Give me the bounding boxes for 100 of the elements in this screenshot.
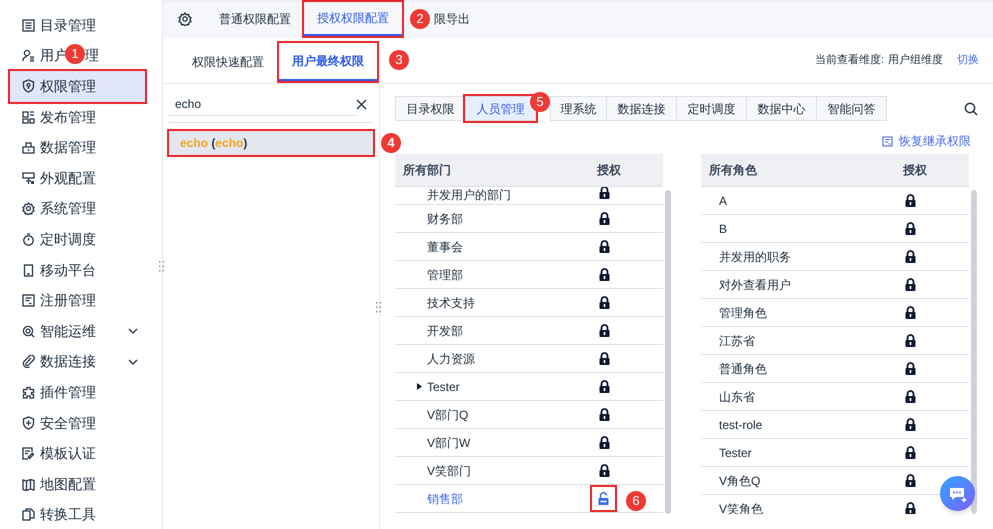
sub-tab[interactable]: 用户最终权限 (279, 43, 377, 81)
name-cell[interactable]: 财务部 (427, 210, 463, 228)
layout-icon (22, 110, 35, 124)
sub-tab[interactable]: 权限快速配置 (179, 43, 277, 81)
phone-icon (22, 264, 35, 277)
name-cell[interactable]: 开发部 (427, 322, 463, 340)
resource-tab[interactable]: 数据中心 (746, 96, 817, 121)
search-icon (964, 102, 978, 116)
lock-icon[interactable] (598, 187, 611, 199)
sidebar-item[interactable]: 地图配置 (10, 468, 145, 500)
lock-icon[interactable] (904, 278, 917, 291)
lock-icon[interactable] (598, 352, 611, 365)
name-cell[interactable]: 销售部 (427, 490, 463, 508)
lock-icon[interactable] (904, 250, 917, 263)
lock-icon[interactable] (598, 240, 611, 253)
lock-icon[interactable] (904, 474, 917, 487)
timer-icon (22, 232, 35, 246)
name-cell[interactable]: 并发用户的部门 (427, 187, 511, 204)
puzzle-icon (22, 386, 35, 399)
name-cell[interactable]: B (719, 220, 728, 238)
chat-icon (948, 486, 966, 502)
name-cell[interactable]: 技术支持 (427, 294, 475, 312)
sidebar-item[interactable]: 外观配置 (10, 162, 145, 194)
lock-icon[interactable] (598, 324, 611, 337)
sidebar-item[interactable]: 转换工具 (10, 500, 145, 529)
lock-icon[interactable] (598, 436, 611, 449)
resource-tab[interactable]: 目录权限 (395, 96, 466, 121)
resource-tab[interactable]: 定时调度 (676, 96, 747, 121)
lock-icon[interactable] (598, 408, 611, 421)
sidebar-item[interactable]: 系统管理 (10, 194, 145, 224)
column-header: 授权 (597, 162, 622, 179)
sidebar-item[interactable]: 权限管理 (10, 71, 145, 102)
map-icon (22, 478, 35, 491)
lock-icon[interactable] (904, 222, 917, 235)
sidebar-item[interactable]: 目录管理 (10, 10, 145, 41)
unlock-icon[interactable] (592, 487, 615, 510)
switch-link[interactable]: 切换 (957, 52, 979, 69)
resource-tab[interactable]: 理系统 (550, 96, 607, 121)
sidebar-item[interactable]: 数据连接 (10, 346, 145, 378)
lock-icon[interactable] (904, 502, 917, 514)
resource-tab[interactable]: 数据连接 (606, 96, 677, 121)
lock-icon[interactable] (904, 418, 917, 431)
paperclip-icon (22, 355, 35, 368)
name-cell[interactable]: 普通角色 (719, 360, 767, 378)
name-cell[interactable]: Tester (719, 444, 752, 462)
document-edit-icon (22, 447, 35, 460)
lock-icon[interactable] (598, 296, 611, 309)
shield-icon (22, 79, 35, 94)
lock-icon[interactable] (904, 362, 917, 375)
lock-icon[interactable] (598, 268, 611, 281)
sidebar-item[interactable]: 注册管理 (10, 285, 145, 316)
list-icon (22, 18, 35, 32)
column-header: 授权 (903, 162, 928, 179)
sidebar-item[interactable]: 插件管理 (10, 377, 145, 408)
name-cell[interactable]: 山东省 (719, 388, 755, 406)
lock-icon[interactable] (904, 390, 917, 403)
name-cell[interactable]: V部门Q (427, 406, 468, 424)
name-cell[interactable]: V部门W (427, 434, 470, 452)
dimension-value: 用户组维度 (888, 52, 943, 68)
lock-icon[interactable] (904, 334, 917, 347)
lock-icon[interactable] (904, 306, 917, 319)
top-tab[interactable]: 授权权限配置 (304, 2, 402, 36)
name-cell[interactable]: 并发用的职务 (719, 248, 791, 266)
scrollbar[interactable] (665, 190, 671, 514)
lock-icon[interactable] (598, 464, 611, 477)
lock-icon[interactable] (598, 212, 611, 225)
sidebar-item[interactable]: 发布管理 (10, 102, 145, 132)
name-cell[interactable]: 管理角色 (719, 304, 767, 322)
resource-tab[interactable]: 智能问答 (816, 96, 887, 121)
name-cell[interactable]: 对外查看用户 (719, 276, 791, 294)
files-icon (22, 508, 35, 522)
chat-button[interactable] (940, 476, 975, 511)
sidebar-item[interactable]: 模板认证 (10, 438, 145, 469)
search-field[interactable]: echo (169, 92, 356, 116)
name-cell[interactable]: 江苏省 (719, 332, 755, 350)
restore-icon (882, 136, 893, 146)
scrollbar[interactable] (971, 190, 977, 514)
callout-badge: 2 (410, 9, 430, 29)
lock-icon[interactable] (598, 380, 611, 393)
sidebar-item[interactable]: 安全管理 (10, 408, 145, 438)
sidebar-item[interactable]: 移动平台 (10, 254, 145, 286)
resource-tab[interactable]: 人员管理 (465, 96, 536, 121)
close-icon (356, 98, 367, 110)
name-cell[interactable]: 人力资源 (427, 350, 475, 368)
sidebar-item[interactable]: 智能运维 (10, 316, 145, 347)
sidebar-item[interactable]: 数据管理 (10, 132, 145, 163)
name-cell[interactable]: 董事会 (427, 238, 463, 256)
top-tab[interactable]: 普通权限配置 (206, 2, 304, 36)
name-cell[interactable]: V笑角色 (719, 500, 764, 514)
name-cell[interactable]: V笑部门 (427, 462, 472, 480)
name-cell[interactable]: Tester (427, 378, 460, 396)
sidebar-item-text[interactable]: 理 (85, 45, 99, 66)
name-cell[interactable]: test-role (719, 416, 762, 434)
name-cell[interactable]: V角色Q (719, 472, 760, 490)
restore-link[interactable]: 恢复继承权限 (882, 131, 971, 151)
name-cell[interactable]: 管理部 (427, 266, 463, 284)
sidebar-item[interactable]: 定时调度 (10, 224, 145, 255)
name-cell[interactable]: A (719, 192, 728, 210)
lock-icon[interactable] (904, 446, 917, 459)
lock-icon[interactable] (904, 194, 917, 207)
